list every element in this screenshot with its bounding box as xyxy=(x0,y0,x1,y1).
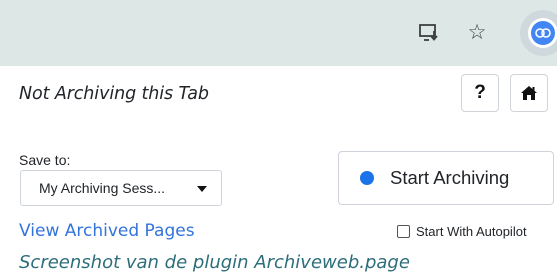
archiveweb-logo-icon xyxy=(528,18,557,48)
autopilot-option[interactable]: Start With Autopilot xyxy=(397,224,527,239)
install-app-icon-graphic xyxy=(419,24,438,41)
archiveweb-extension-button[interactable] xyxy=(520,10,557,56)
help-button[interactable]: ? xyxy=(461,74,499,112)
autopilot-checkbox[interactable] xyxy=(397,225,410,238)
collection-select[interactable]: My Archiving Sess... xyxy=(20,170,222,206)
archiving-status-text: Not Archiving this Tab xyxy=(19,84,209,104)
collection-select-value: My Archiving Sess... xyxy=(39,180,166,196)
view-archived-pages-link[interactable]: View Archived Pages xyxy=(19,221,195,241)
start-archiving-label: Start Archiving xyxy=(390,167,510,188)
home-icon xyxy=(521,86,537,100)
status-dot-icon xyxy=(360,171,374,185)
home-button[interactable] xyxy=(510,74,548,112)
bookmark-star-icon[interactable]: ☆ xyxy=(464,20,490,46)
image-caption: Screenshot van de plugin Archiveweb.page xyxy=(19,252,410,273)
browser-toolbar: ☆ xyxy=(0,0,557,66)
install-app-icon[interactable] xyxy=(416,20,442,46)
save-to-label: Save to: xyxy=(19,152,71,168)
start-archiving-button[interactable]: Start Archiving xyxy=(338,151,554,205)
caret-down-icon xyxy=(197,186,207,192)
autopilot-label: Start With Autopilot xyxy=(416,224,527,239)
